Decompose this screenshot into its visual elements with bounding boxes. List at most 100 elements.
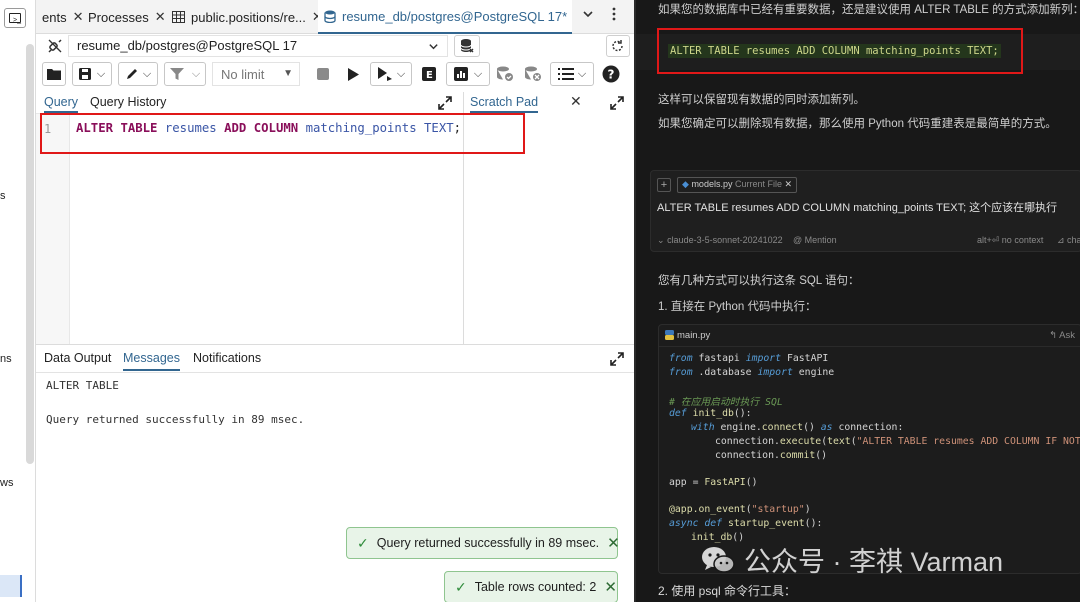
code-token: with: [691, 422, 715, 433]
code-line: with engine.connect() as connection:: [691, 422, 904, 433]
chevron-down-icon: ⌵: [396, 67, 406, 80]
chevron-down-icon: ⌄: [657, 235, 665, 245]
watermark-text: 公众号 · 李祺 Varman: [744, 547, 1004, 577]
code-token: "ALTER TABLE resumes ADD COLUMN IF NOT E…: [856, 436, 1080, 447]
close-icon[interactable]: ✕: [570, 93, 582, 110]
code-token: from: [669, 353, 693, 364]
chat-paragraph: 如果您确定可以删除现有数据，那么使用 Python 代码重建表是最简单的方式。: [658, 118, 1057, 130]
limit-label: No limit: [221, 67, 265, 82]
close-icon[interactable]: ✕: [155, 9, 166, 25]
mention-button[interactable]: @ Mention: [793, 235, 837, 245]
success-toast: ✓ Table rows counted: 2 ✕: [444, 571, 618, 602]
refresh-connection-button[interactable]: [606, 35, 630, 57]
code-token: FastAPI: [781, 353, 829, 364]
tab-notifications[interactable]: Notifications: [193, 351, 261, 365]
open-folder-button[interactable]: [42, 62, 66, 86]
stop-button[interactable]: [312, 62, 334, 86]
database-stack-button[interactable]: [454, 35, 480, 57]
message-line: Query returned successfully in 89 msec.: [46, 413, 305, 426]
message-line: ALTER TABLE: [46, 379, 119, 392]
code-line: from .database import engine: [669, 367, 834, 378]
code-line: @app.on_event("startup"): [669, 504, 811, 515]
macros-button[interactable]: ⌵: [550, 62, 594, 86]
chip-file: models.py: [691, 179, 733, 189]
tab-query-tool-active[interactable]: resume_db/postgres@PostgreSQL 17* ✕: [318, 0, 572, 34]
code-token: ():: [733, 408, 752, 419]
execute-script-button[interactable]: ⌵: [370, 62, 412, 86]
rollback-button[interactable]: [522, 62, 544, 86]
chevron-down-icon: ⌵: [142, 67, 152, 80]
save-button[interactable]: ⌵: [72, 62, 112, 86]
tab-processes[interactable]: Processes ✕: [82, 0, 166, 34]
code-token: @app.on_event: [669, 504, 746, 515]
code-token: startup_event: [722, 518, 805, 529]
filter-button[interactable]: ⌵: [164, 62, 206, 86]
chat-paragraph: 1. 直接在 Python 代码中执行：: [658, 301, 817, 313]
expand-icon[interactable]: [610, 96, 624, 110]
prompt-text[interactable]: ALTER TABLE resumes ADD COLUMN matching_…: [657, 199, 1057, 215]
connection-bar: resume_db/postgres@PostgreSQL 17: [36, 34, 634, 58]
code-token: async def: [669, 518, 723, 529]
no-context-hint[interactable]: alt+⏎ no context: [977, 235, 1043, 246]
chat-paragraph: 您有几种方式可以执行这条 SQL 语句：: [658, 275, 860, 287]
help-icon[interactable]: ?: [598, 62, 624, 86]
success-toast: ✓ Query returned successfully in 89 msec…: [346, 527, 620, 559]
code-line: app = FastAPI(): [669, 477, 757, 488]
left-sidebar-strip: >_ s ns ws: [0, 0, 36, 602]
code-token: init_db: [686, 408, 734, 419]
strip-text-fragment: s: [0, 190, 6, 202]
connection-select[interactable]: resume_db/postgres@PostgreSQL 17: [68, 35, 448, 57]
code-line: connection.execute(text("ALTER TABLE res…: [715, 436, 1080, 447]
ask-button[interactable]: ↰ Ask: [1049, 330, 1075, 341]
edit-pen-button[interactable]: ⌵: [118, 62, 158, 86]
close-icon[interactable]: ✕: [785, 179, 793, 189]
chevron-down-icon: ⌵: [96, 67, 106, 80]
close-icon[interactable]: ✕: [607, 534, 620, 552]
code-token: (): [745, 477, 758, 488]
connection-status-icon[interactable]: [46, 37, 64, 55]
tab-label: ents: [42, 9, 67, 25]
close-icon[interactable]: ✕: [73, 9, 82, 25]
sidebar-scrollbar[interactable]: [26, 44, 34, 464]
connection-label: resume_db/postgres@PostgreSQL 17: [77, 38, 298, 53]
code-token: fastapi: [692, 353, 746, 364]
expand-icon[interactable]: [610, 352, 624, 366]
model-selector[interactable]: ⌄ claude-3-5-sonnet-20241022: [657, 235, 783, 246]
terminal-icon[interactable]: >_: [4, 8, 26, 28]
close-icon[interactable]: ✕: [604, 578, 617, 596]
commit-button[interactable]: [494, 62, 516, 86]
highlight-box: [657, 28, 1023, 74]
file-context-chip[interactable]: ◆ models.py Current File ✕: [677, 177, 798, 193]
code-token: app =: [669, 477, 705, 488]
chat-button[interactable]: ⊿ chat: [1057, 235, 1080, 246]
query-tabs: Query Query History: [36, 92, 464, 114]
code-token: .database: [692, 367, 758, 378]
code-line: def init_db():: [669, 408, 752, 419]
tab-label: public.positions/re...: [191, 9, 306, 25]
chip-sub: Current File: [734, 179, 782, 189]
code-block-header: main.py ↰ Ask: [659, 325, 1080, 347]
execute-button[interactable]: [340, 62, 366, 86]
tab-query[interactable]: Query: [44, 95, 79, 113]
tab-data-output[interactable]: Data Output: [44, 351, 111, 365]
tab-ents[interactable]: ents ✕: [36, 0, 82, 34]
add-context-button[interactable]: +: [657, 178, 671, 192]
tab-messages[interactable]: Messages: [123, 351, 180, 371]
pgadmin-query-tool: ents ✕ Processes ✕ public.positions/re..…: [36, 0, 634, 602]
sidebar-selected-item[interactable]: [0, 575, 22, 597]
limit-select[interactable]: No limit ▼: [212, 62, 300, 86]
explain-button[interactable]: E: [418, 62, 440, 86]
expand-icon[interactable]: [438, 96, 452, 110]
chevron-down-icon[interactable]: [582, 8, 594, 20]
tab-public-positions[interactable]: public.positions/re... ✕: [166, 0, 318, 34]
more-vertical-icon[interactable]: [612, 7, 616, 21]
tab-label: Processes: [88, 9, 149, 25]
wechat-logo-icon: [700, 544, 736, 576]
svg-text:E: E: [426, 70, 433, 81]
tab-query-history[interactable]: Query History: [90, 95, 166, 109]
code-token: connection:: [832, 422, 904, 433]
query-toolbar: ⌵ ⌵ ⌵ No limit ▼ ⌵ E ⌵ ⌵ ?: [36, 60, 634, 88]
toast-text: Query returned successfully in 89 msec.: [376, 536, 600, 550]
explain-analyze-button[interactable]: ⌵: [446, 62, 490, 86]
check-icon: ✓: [455, 578, 467, 595]
